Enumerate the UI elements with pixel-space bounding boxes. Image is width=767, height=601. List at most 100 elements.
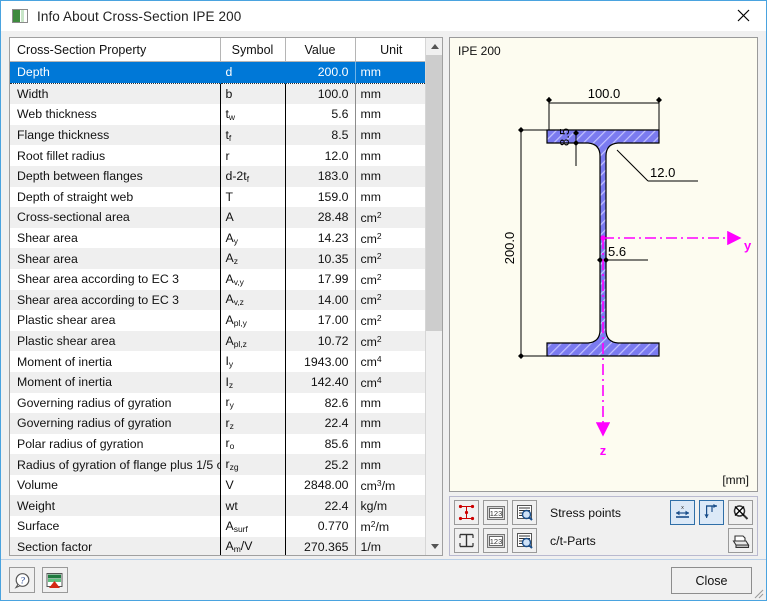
ct-parts-icon-button[interactable] [454, 528, 479, 553]
cell-property: Section factor [10, 536, 221, 555]
viewer-toolbar: 123 Stress points x 123 c/t-Parts [449, 496, 758, 556]
stress-points-icon [458, 504, 475, 521]
numbers-123-icon-button[interactable]: 123 [483, 500, 508, 525]
cell-property: Governing radius of gyration [10, 392, 221, 414]
table-row[interactable]: Plastic shear area Apl,y 17.00 cm2 [10, 310, 427, 331]
cell-unit: cm2 [360, 230, 382, 246]
table-row[interactable]: Shear area according to EC 3 Av,z 14.00 cm2 [10, 289, 427, 311]
table-row[interactable]: Polar radius of gyration ro 85.6 mm [10, 433, 427, 455]
cell-value: 2848.00 [285, 474, 356, 496]
table-row[interactable]: Shear area Az 10.35 cm2 [10, 248, 427, 269]
window-icon [12, 9, 28, 23]
cell-value: 12.0 [285, 145, 356, 166]
table-row[interactable]: Depth of straight web T 159.0 mm [10, 186, 427, 208]
cell-value: 5.6 [285, 104, 356, 125]
dimension-root-radius-text: 12.0 [650, 165, 675, 180]
axis-y-label: y [744, 238, 752, 253]
print-button[interactable] [728, 528, 753, 553]
table-row[interactable]: Flange thickness tf 8.5 mm [10, 124, 427, 146]
scroll-down-button[interactable] [426, 538, 442, 555]
cell-property: Width [10, 83, 221, 105]
cell-unit: 1/m [355, 536, 427, 555]
stress-points-table-icon-button[interactable] [512, 500, 537, 525]
chevron-up-icon [430, 44, 439, 49]
table-row[interactable]: Depth d 200.0 mm [10, 61, 427, 84]
table-row[interactable]: Cross-sectional area A 28.48 cm2 [10, 207, 427, 228]
cell-symbol: Am/V [220, 536, 286, 555]
stress-points-icon-button[interactable] [454, 500, 479, 525]
cell-unit: mm [360, 395, 382, 410]
table-row[interactable]: Moment of inertia Iz 142.40 cm4 [10, 371, 427, 393]
cell-symbol: Asurf [220, 516, 286, 537]
table-row[interactable]: Moment of inertia Iy 1943.00 cm4 [10, 351, 427, 372]
cell-property: Polar radius of gyration [10, 433, 221, 455]
table-row[interactable]: Plastic shear area Apl,z 10.72 cm2 [10, 330, 427, 352]
cell-property: Moment of inertia [10, 351, 221, 372]
info-dialog-window: Info About Cross-Section IPE 200 Cross-S… [0, 0, 767, 601]
cell-unit: cm2 [355, 207, 427, 228]
list-zoom-icon [517, 533, 533, 549]
cell-symbol: Ay [220, 227, 286, 249]
table-row[interactable]: Surface Asurf 0.770 m2/m [10, 516, 427, 537]
cell-property: Depth of straight web [10, 186, 221, 208]
dimension-horizontal-button[interactable]: x [670, 500, 695, 525]
table-row[interactable]: Width b 100.0 mm [10, 83, 427, 105]
table-row[interactable]: Radius of gyration of flange plus 1/5 of… [10, 454, 427, 475]
excel-export-button[interactable] [42, 567, 68, 593]
toolbar-row-stress-points: 123 Stress points x [454, 500, 753, 525]
cell-value: 82.6 [285, 392, 356, 414]
table-body: Depth d 200.0 mm Width b 100.0 mm Web thickness t… [10, 61, 427, 555]
dialog-footer: ? Close [1, 559, 766, 600]
cell-symbol: Apl,z [220, 330, 286, 352]
table-row[interactable]: Root fillet radius r 12.0 mm [10, 145, 427, 166]
table-row[interactable]: Section factor Am/V 270.365 1/m [10, 536, 427, 555]
cell-property: Plastic shear area [10, 330, 221, 352]
cell-value: 0.770 [285, 516, 356, 537]
dimension-flange-thickness-text: 8.5 [557, 128, 572, 146]
cell-symbol: A [220, 207, 286, 228]
cell-value: 14.23 [285, 227, 356, 249]
cell-unit: mm [360, 107, 382, 122]
table-vertical-scrollbar[interactable] [425, 38, 442, 555]
cell-unit: cm4 [360, 354, 382, 370]
cell-symbol: ro [220, 433, 286, 455]
help-button[interactable]: ? [9, 567, 35, 593]
table-row[interactable]: Governing radius of gyration rz 22.4 mm [10, 413, 427, 434]
table-row[interactable]: Shear area according to EC 3 Av,y 17.99 cm2 [10, 268, 427, 290]
cell-symbol: V [220, 474, 286, 496]
cross-section-viewer[interactable]: IPE 200 [mm] 100.0 200.0 8.5 12.0 5.6 y … [449, 37, 758, 492]
table-row[interactable]: Weight wt 22.4 kg/m [10, 495, 427, 517]
cell-unit: mm [355, 61, 427, 84]
cell-symbol: T [220, 186, 286, 208]
cell-value: 183.0 [285, 165, 356, 187]
column-header-unit[interactable]: Unit [355, 38, 427, 62]
table-row[interactable]: Governing radius of gyration ry 82.6 mm [10, 392, 427, 414]
ct-parts-table-icon-button[interactable] [512, 528, 537, 553]
cell-symbol: d-2tf [220, 165, 286, 187]
numbers-123-icon-button-2[interactable]: 123 [483, 528, 508, 553]
cell-value: 17.99 [285, 268, 356, 290]
dialog-content: Cross-Section Property Symbol Value Unit… [1, 31, 766, 559]
cell-symbol: Iz [220, 371, 286, 393]
table-row[interactable]: Volume V 2848.00 cm3/m [10, 474, 427, 496]
close-icon-button[interactable] [720, 1, 766, 30]
cell-property: Radius of gyration of flange plus 1/5 of… [10, 454, 221, 475]
scrollbar-thumb[interactable] [426, 55, 442, 331]
table-row[interactable]: Web thickness tw 5.6 mm [10, 104, 427, 125]
column-header-value[interactable]: Value [285, 38, 356, 62]
close-button[interactable]: Close [671, 567, 752, 594]
scroll-up-button[interactable] [426, 38, 442, 55]
cell-value: 10.72 [285, 330, 356, 352]
cell-property: Governing radius of gyration [10, 413, 221, 434]
cell-property: Shear area [10, 227, 221, 249]
zoom-reset-button[interactable] [728, 500, 753, 525]
column-header-symbol[interactable]: Symbol [220, 38, 286, 62]
cell-value: 10.35 [285, 248, 356, 269]
dimension-vertical-button[interactable] [699, 500, 724, 525]
column-header-property[interactable]: Cross-Section Property [10, 38, 221, 62]
resize-grip-icon[interactable] [751, 586, 764, 599]
table-row[interactable]: Shear area Ay 14.23 cm2 [10, 227, 427, 249]
cell-unit: mm [355, 413, 427, 434]
table-row[interactable]: Depth between flanges d-2tf 183.0 mm [10, 165, 427, 187]
cell-value: 28.48 [285, 207, 356, 228]
